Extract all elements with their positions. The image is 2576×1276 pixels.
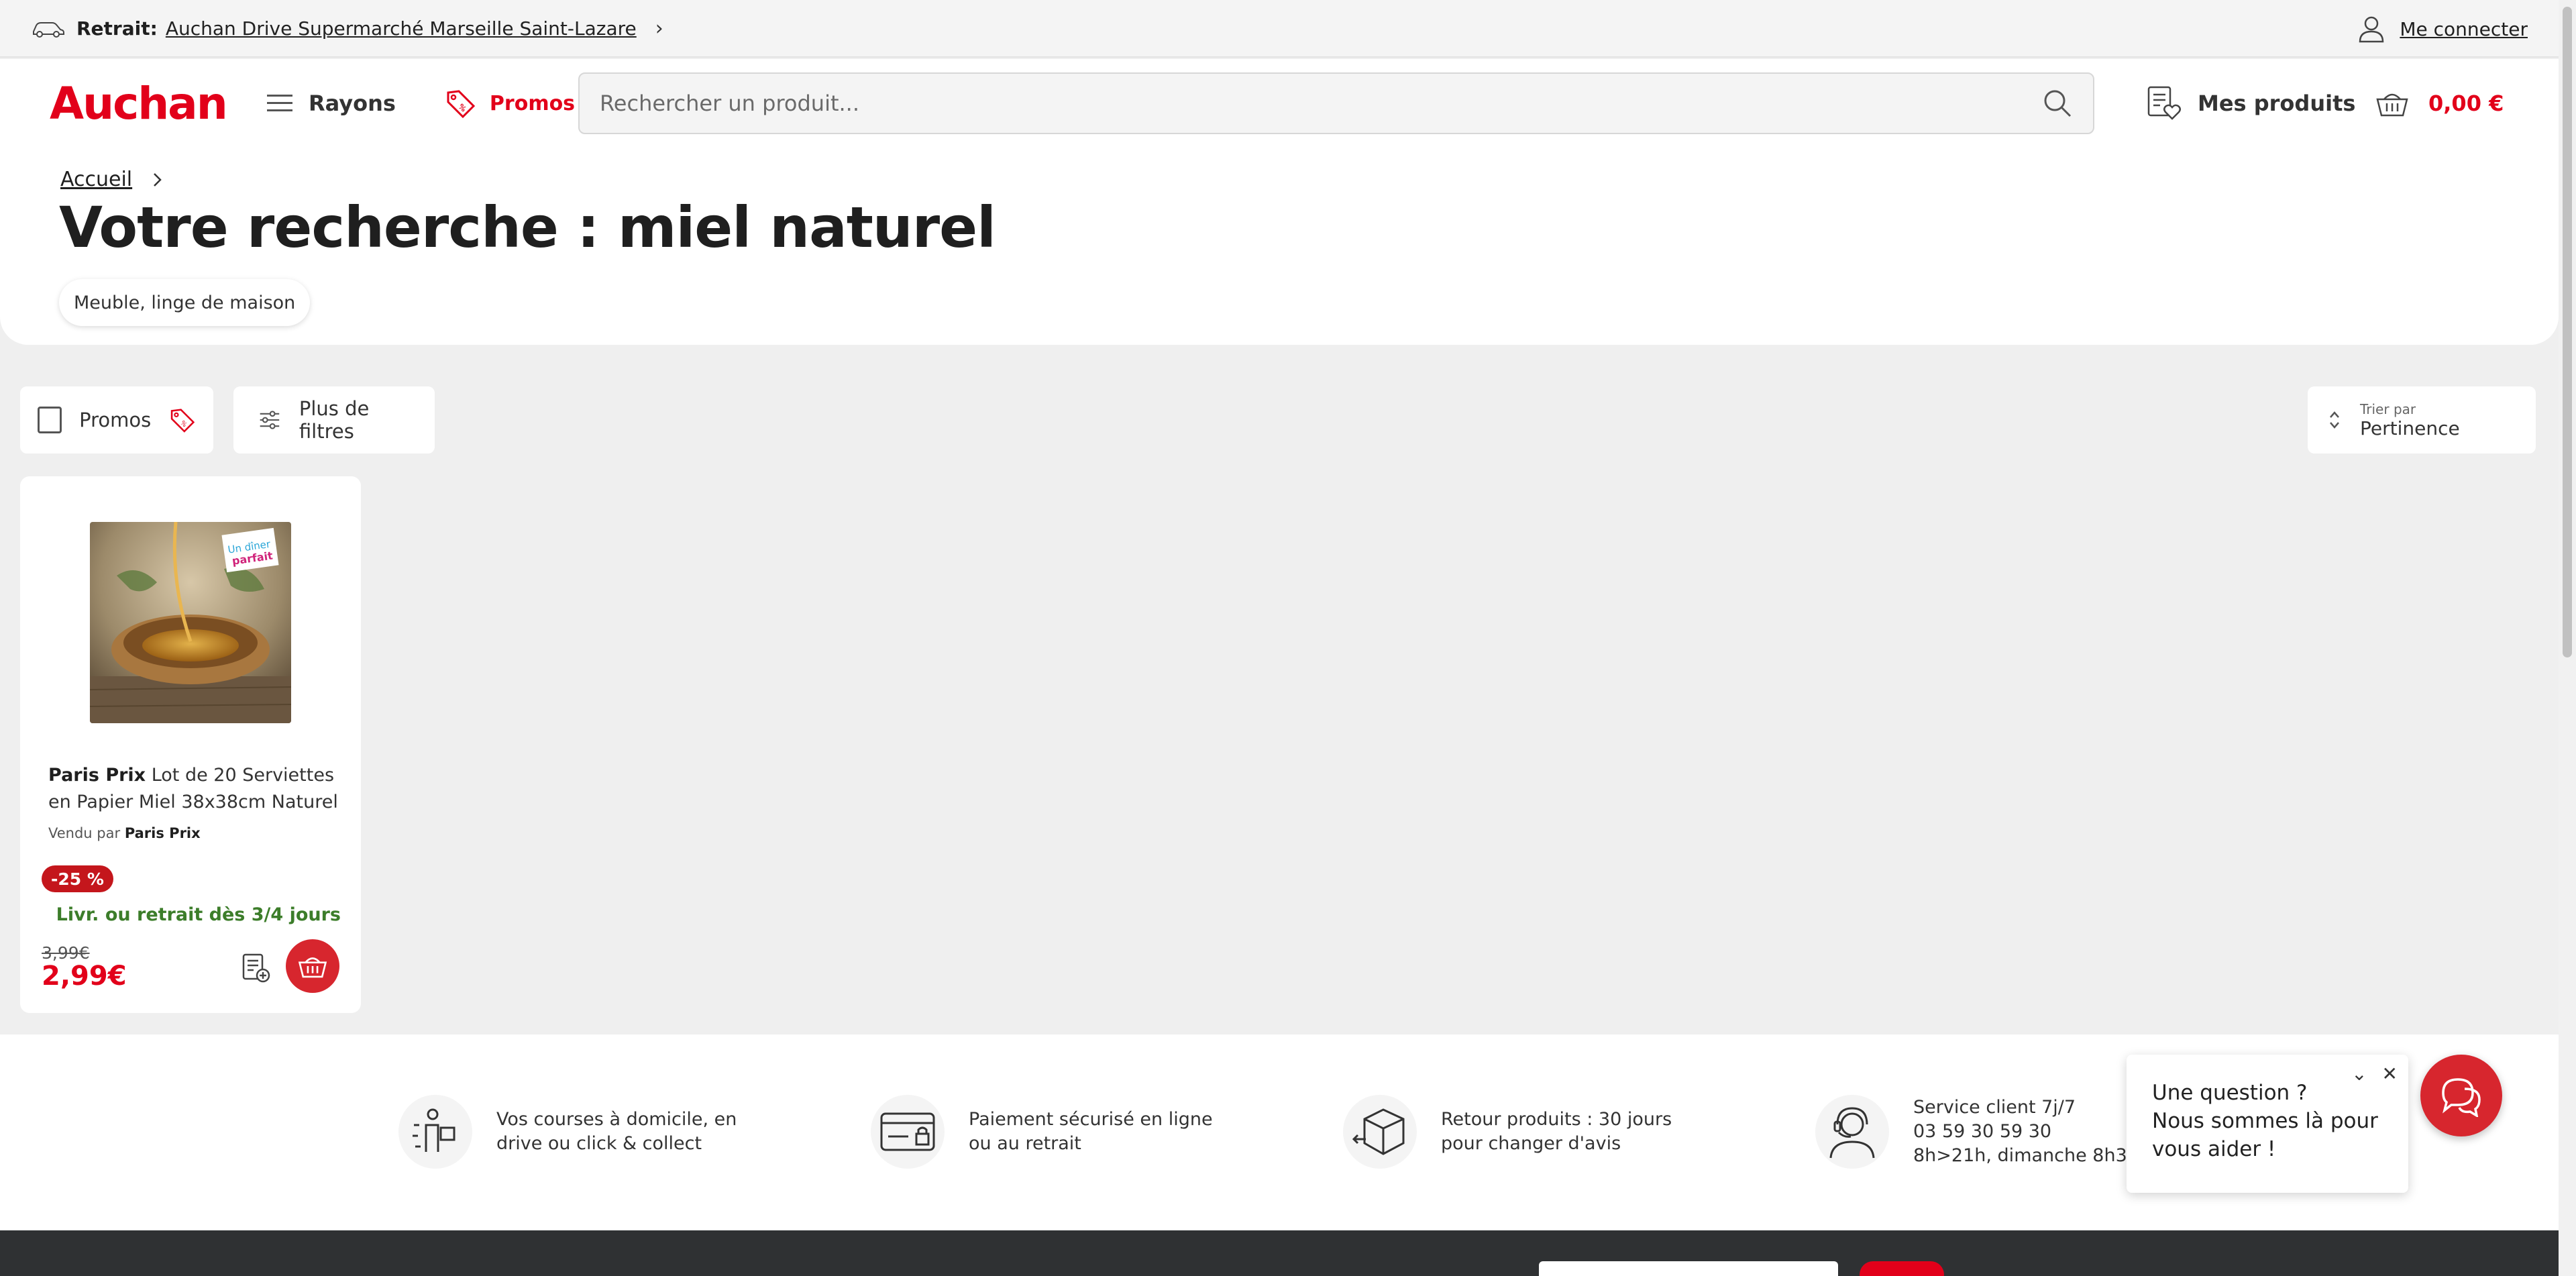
promos-nav-button[interactable]: % Promos — [444, 87, 575, 119]
chevron-right-icon — [154, 172, 162, 187]
main-header: Auchan Rayons % Promos Mes produ — [0, 59, 2559, 148]
breadcrumb: Accueil — [60, 168, 163, 191]
sort-label: Trier par — [2360, 401, 2416, 417]
search-bar[interactable] — [578, 72, 2094, 134]
product-image[interactable]: Un dîner parfait — [90, 522, 291, 723]
user-icon — [2359, 16, 2384, 43]
more-filters-button[interactable]: Plus de filtres — [233, 386, 435, 454]
promos-label: Promos — [489, 91, 576, 115]
reassurance-item: Retour produits : 30 jours pour changer … — [1343, 1095, 1672, 1169]
chat-controls: ⌄ ✕ — [2351, 1063, 2398, 1085]
discount-badge: -25 % — [42, 865, 113, 892]
retrait-bar: Retrait: Auchan Drive Supermarché Marsei… — [0, 0, 2559, 58]
sort-select[interactable]: Trier par Pertinence — [2308, 386, 2536, 454]
search-results-header: Accueil Votre recherche : miel naturel M… — [0, 148, 2559, 345]
old-price: 3,99€ — [42, 943, 90, 963]
seller-prefix: Vendu par — [48, 825, 121, 841]
add-to-list-icon[interactable] — [241, 953, 271, 983]
basket-icon — [2376, 93, 2408, 117]
scrollbar-thumb[interactable] — [2563, 7, 2572, 657]
seller-name: Paris Prix — [124, 825, 201, 841]
login-label: Me connecter — [2400, 17, 2528, 40]
page-title: Votre recherche : miel naturel — [59, 195, 996, 260]
mes-produits-button[interactable]: Mes produits — [2147, 59, 2355, 148]
cart-button[interactable]: 0,00 € — [2375, 59, 2504, 148]
login-link[interactable]: Me connecter — [2358, 0, 2528, 58]
return-box-icon — [1343, 1095, 1417, 1169]
search-input[interactable] — [600, 91, 2042, 116]
basket-icon — [298, 957, 327, 978]
promos-checkbox[interactable] — [38, 407, 62, 433]
home-delivery-icon — [398, 1095, 472, 1169]
rayons-menu-button[interactable]: Rayons — [267, 91, 396, 116]
more-filters-label: Plus de filtres — [299, 397, 370, 443]
reassurance-text: Vos courses à domicile, en drive ou clic… — [496, 1109, 737, 1154]
chevron-down-icon[interactable]: ⌄ — [2351, 1063, 2367, 1085]
sort-arrows-icon — [2330, 411, 2339, 429]
sort-value: Pertinence — [2360, 417, 2460, 439]
product-brand: Paris Prix — [48, 765, 146, 786]
promos-filter[interactable]: Promos % — [20, 386, 213, 454]
page-scrollbar[interactable] — [2559, 0, 2576, 1276]
reassurance-item: Paiement sécurisé en ligne ou au retrait — [871, 1095, 1213, 1169]
cart-total: 0,00 € — [2428, 91, 2504, 116]
promo-tag-icon: % — [447, 90, 476, 119]
close-icon[interactable]: ✕ — [2382, 1063, 2398, 1085]
menu-icon — [267, 95, 292, 111]
breadcrumb-home-link[interactable]: Accueil — [60, 168, 132, 191]
mes-produits-label: Mes produits — [2198, 91, 2356, 116]
rayons-label: Rayons — [309, 91, 396, 116]
chat-bubbles-icon — [2442, 1078, 2481, 1117]
auchan-logo[interactable]: Auchan — [50, 78, 228, 129]
list-heart-icon — [2147, 86, 2181, 120]
product-seller: Vendu par Paris Prix — [48, 825, 201, 841]
sliders-icon — [260, 411, 280, 429]
retrait-label: Retrait: — [76, 17, 158, 40]
chat-popup[interactable]: ⌄ ✕ Une question ? Nous sommes là pour v… — [2127, 1055, 2408, 1193]
retrait-store-link[interactable]: Auchan Drive Supermarché Marseille Saint… — [166, 17, 637, 40]
product-card[interactable]: Un dîner parfait Paris Prix Lot de 20 Se… — [20, 476, 361, 1013]
customer-service-icon — [1815, 1095, 1889, 1169]
footer — [0, 1230, 2559, 1276]
reassurance-text: Retour produits : 30 jours pour changer … — [1441, 1109, 1672, 1154]
add-to-cart-button[interactable] — [286, 939, 339, 993]
current-price: 2,99€ — [42, 961, 127, 992]
secure-payment-icon — [871, 1095, 945, 1169]
car-icon — [33, 22, 64, 38]
reassurance-item: Vos courses à domicile, en drive ou clic… — [398, 1095, 737, 1169]
promos-filter-label: Promos — [79, 409, 152, 431]
promo-tag-icon: % — [171, 409, 195, 433]
category-chip[interactable]: Meuble, linge de maison — [59, 279, 311, 326]
chevron-right-icon[interactable]: › — [655, 17, 663, 40]
product-name[interactable]: Paris Prix Lot de 20 Serviettes en Papie… — [48, 762, 343, 816]
newsletter-submit-button[interactable] — [1860, 1261, 1944, 1276]
newsletter-input[interactable] — [1539, 1261, 1838, 1276]
chat-open-button[interactable] — [2420, 1055, 2502, 1136]
delivery-info: Livr. ou retrait dès 3/4 jours — [56, 904, 341, 925]
search-icon[interactable] — [2042, 88, 2073, 119]
chat-message: Une question ? Nous sommes là pour vous … — [2152, 1081, 2378, 1161]
reassurance-text: Paiement sécurisé en ligne ou au retrait — [969, 1109, 1213, 1154]
reassurance-item: Service client 7j/7 03 59 30 59 30 8h>21… — [1815, 1095, 2177, 1169]
